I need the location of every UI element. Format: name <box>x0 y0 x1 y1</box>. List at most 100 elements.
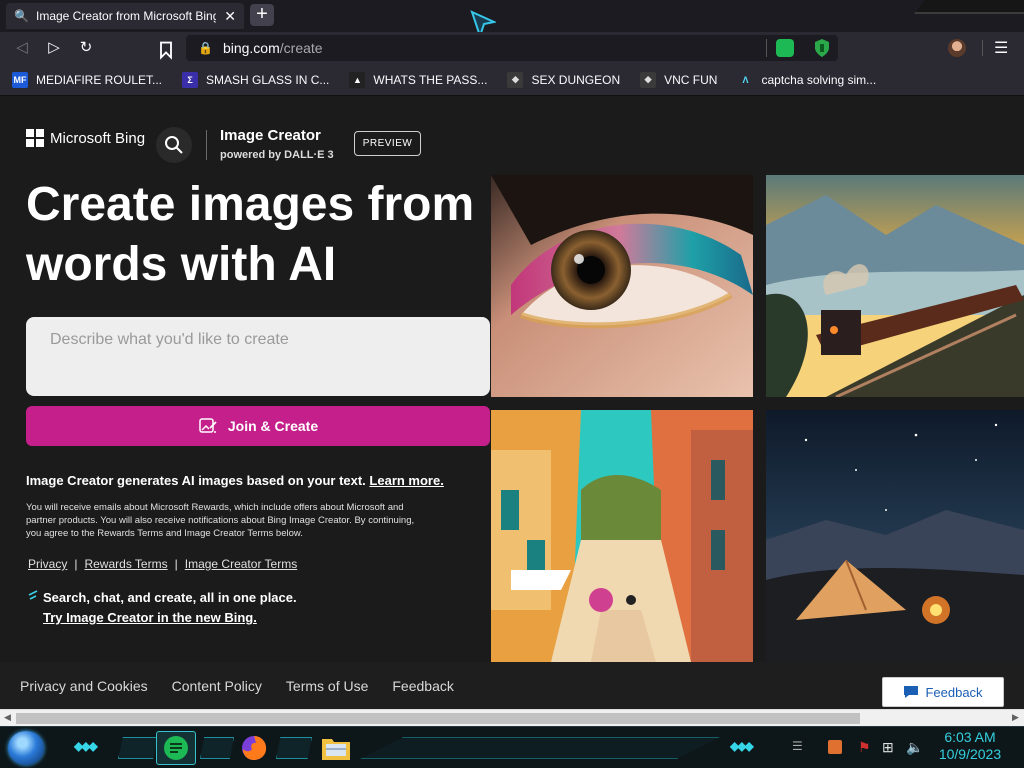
bookmark-label: SEX DUNGEON <box>531 72 621 87</box>
page-footer: Privacy and Cookies Content Policy Terms… <box>0 662 1024 709</box>
network-icon[interactable]: ⊞ <box>882 739 894 756</box>
bookmark-item[interactable]: Σ SMASH GLASS IN C... <box>182 71 330 88</box>
bing-logo-link[interactable]: Microsoft Bing <box>26 129 145 147</box>
new-tab-button[interactable]: + <box>250 4 274 26</box>
folder-icon <box>322 739 350 760</box>
bookmark-label: WHATS THE PASS... <box>373 72 488 87</box>
feedback-icon <box>904 686 919 698</box>
join-and-create-button[interactable]: Join & Create <box>26 406 490 446</box>
learn-more-link[interactable]: Learn more. <box>369 473 443 488</box>
navigation-toolbar: ◁ ▷ ↻ 🔒 bing.com/create ☰ <box>0 32 1024 64</box>
bookmark-item[interactable]: ◆ VNC FUN <box>640 71 718 88</box>
address-bar[interactable]: 🔒 bing.com/create <box>186 35 838 61</box>
clock-time: 6:03 AM <box>944 729 996 745</box>
bookmark-item[interactable]: ◆ SEX DUNGEON <box>507 71 621 88</box>
create-image-icon <box>199 418 217 433</box>
bookmark-item[interactable]: ▲ WHATS THE PASS... <box>349 71 488 88</box>
search-button[interactable] <box>156 127 192 163</box>
taskbar: ◆◆◆ ◆◆◆ ☰ ⚑ ⊞ 🔈 6:03 AM 10/9/2023 <box>0 726 1024 768</box>
clock-date: 10/9/2023 <box>938 746 1002 762</box>
firefox-icon <box>242 736 267 760</box>
gallery-image-camping[interactable] <box>766 410 1024 662</box>
taskbar-app-sheets[interactable] <box>156 731 196 765</box>
gallery-image-street[interactable] <box>491 410 753 662</box>
gallery-image-eye[interactable] <box>491 175 753 397</box>
gallery-image-train[interactable] <box>766 175 1024 397</box>
lock-icon[interactable]: 🔒 <box>198 41 213 55</box>
bing-favicon-icon: 🔍 <box>14 9 29 23</box>
tray-app-icon[interactable] <box>828 740 842 754</box>
join-and-create-label: Join & Create <box>227 418 319 434</box>
header-divider <box>206 130 207 160</box>
bookmark-item[interactable]: Λcaptcha solving sim... <box>737 71 877 88</box>
taskbar-decoration-icon: ◆◆◆ <box>730 739 754 753</box>
taskbar-decoration <box>200 737 234 759</box>
footer-links: Privacy and Cookies Content Policy Terms… <box>20 678 478 694</box>
bookmark-label: VNC FUN <box>664 72 718 87</box>
bookmark-label: SMASH GLASS IN C... <box>206 72 330 87</box>
info-text: Image Creator generates AI images based … <box>26 473 370 488</box>
back-icon[interactable]: ◁ <box>12 38 32 58</box>
brand-name: Microsoft Bing <box>50 129 146 147</box>
reload-icon[interactable]: ↻ <box>76 38 96 58</box>
feedback-button[interactable]: Feedback <box>882 677 1004 707</box>
taskbar-decoration-icon: ◆◆◆ <box>74 739 98 753</box>
search-icon <box>165 136 183 154</box>
bookmark-label: MEDIAFIRE ROULET... <box>36 72 163 87</box>
taskbar-app-explorer[interactable] <box>316 731 356 765</box>
privacy-cookies-link[interactable]: Privacy and Cookies <box>20 678 148 694</box>
try-new-bing-link[interactable]: Try Image Creator in the new Bing. <box>43 610 257 625</box>
tray-lines-icon[interactable]: ☰ <box>792 739 803 753</box>
extension-shield-icon[interactable] <box>814 38 830 58</box>
url-host: bing.com <box>222 40 280 56</box>
profile-avatar[interactable] <box>948 39 966 57</box>
browser-tab-active[interactable]: 🔍 Image Creator from Microsoft Bing ✕ <box>6 3 244 29</box>
privacy-link[interactable]: Privacy <box>28 557 67 571</box>
prompt-input[interactable] <box>26 317 490 396</box>
system-clock[interactable]: 6:03 AM 10/9/2023 <box>928 729 1012 763</box>
image-creator-terms-link[interactable]: Image Creator Terms <box>185 557 297 571</box>
rewards-terms-link[interactable]: Rewards Terms <box>84 557 167 571</box>
url-divider <box>766 39 767 57</box>
microsoft-logo-icon <box>26 129 44 147</box>
menu-icon[interactable]: ☰ <box>994 38 1008 58</box>
volume-icon[interactable]: 🔈 <box>906 739 923 756</box>
taskbar-decoration <box>118 737 158 759</box>
link-separator: | <box>174 557 178 571</box>
bookmark-favicon-icon: Σ <box>182 71 199 88</box>
start-button-icon[interactable] <box>8 731 44 765</box>
bookmark-item[interactable]: MF MEDIAFIRE ROULET... <box>12 71 163 88</box>
legal-links: Privacy | Rewards Terms | Image Creator … <box>28 557 297 571</box>
hero-title: Create images from words with AI <box>26 178 475 291</box>
forward-icon[interactable]: ▷ <box>44 38 64 58</box>
bookmark-label: captcha solving sim... <box>761 72 877 87</box>
taskbar-decoration <box>276 737 312 759</box>
url-path: /create <box>279 40 323 56</box>
scrollbar-thumb[interactable] <box>16 713 860 724</box>
preview-badge: PREVIEW <box>354 131 421 156</box>
bing-image-creator-page: Microsoft Bing Image Creator powered by … <box>0 97 1024 709</box>
bookmark-favicon-icon: ◆ <box>640 71 657 88</box>
bookmark-icon[interactable] <box>156 40 176 60</box>
feedback-link[interactable]: Feedback <box>392 678 453 694</box>
sparkle-icon <box>28 590 38 600</box>
taskbar-app-firefox[interactable] <box>234 731 274 765</box>
bookmarks-bar: MF MEDIAFIRE ROULET... Σ SMASH GLASS IN C..… <box>0 64 1024 96</box>
scroll-left-icon[interactable]: ◀ <box>4 712 11 723</box>
extension-green-icon[interactable] <box>776 39 794 57</box>
horizontal-scrollbar[interactable]: ◀ ▶ <box>0 709 1024 726</box>
bookmark-favicon-icon: ◆ <box>507 71 524 88</box>
tab-title: Image Creator from Microsoft Bing <box>36 9 216 23</box>
close-tab-icon[interactable]: ✕ <box>224 8 236 25</box>
product-title: Image Creator <box>220 127 321 144</box>
tab-strip: 🔍 Image Creator from Microsoft Bing ✕ + <box>0 0 1024 38</box>
terms-of-use-link[interactable]: Terms of Use <box>286 678 368 694</box>
window-frame-decoration <box>914 0 1024 14</box>
sample-gallery <box>491 175 1024 662</box>
link-separator: | <box>74 557 78 571</box>
bookmark-favicon-icon: MF <box>12 71 28 88</box>
promo-text: Search, chat, and create, all in one pla… <box>43 590 297 605</box>
scroll-right-icon[interactable]: ▶ <box>1012 712 1019 723</box>
network-error-icon[interactable]: ⚑ <box>858 739 871 756</box>
content-policy-link[interactable]: Content Policy <box>172 678 262 694</box>
